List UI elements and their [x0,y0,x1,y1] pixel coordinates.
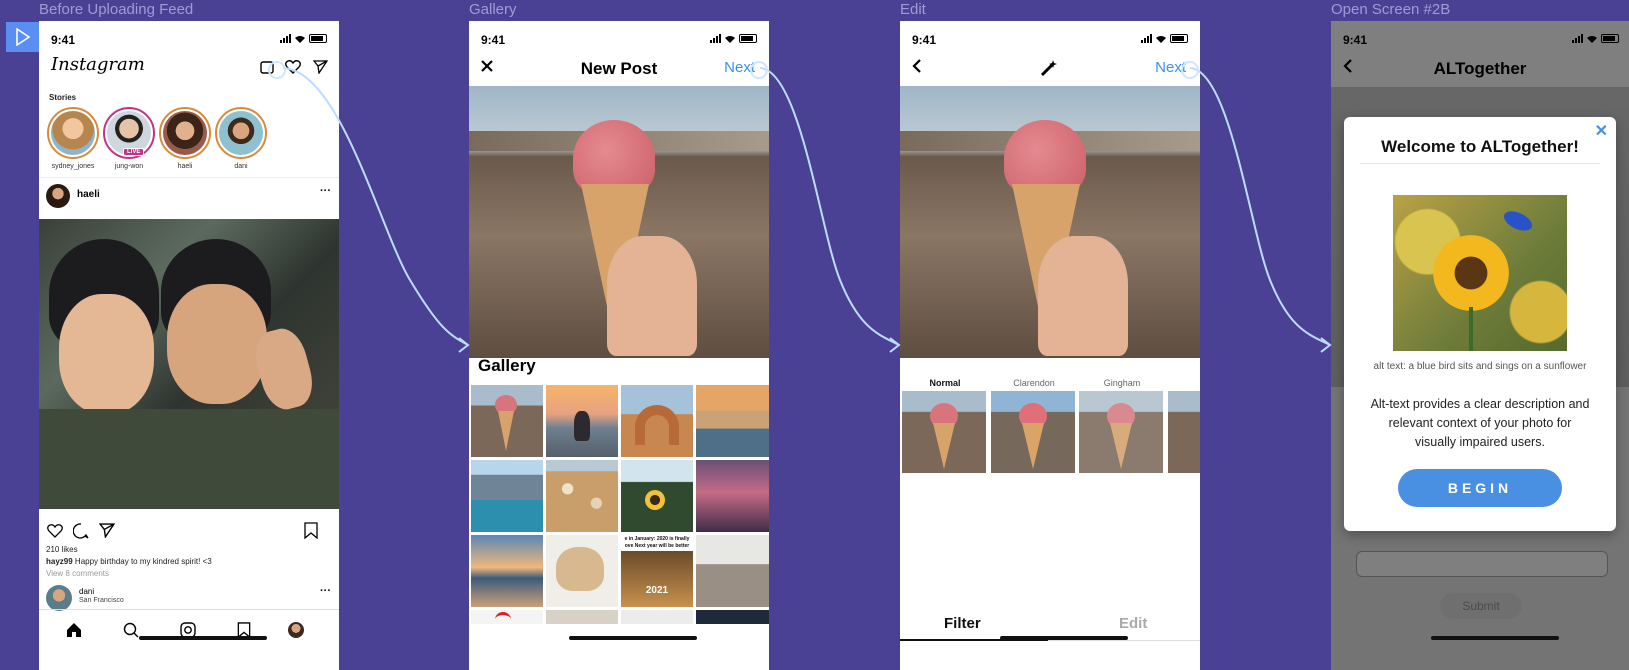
connector-origin [1181,61,1199,79]
connector-origin [750,61,768,79]
connector-edit-to-welcome [1189,67,1331,346]
connector-arrow-head [889,337,901,353]
connector-feed-to-gallery [282,67,469,346]
prototype-connectors [282,67,1332,353]
connector-arrow-head [1320,337,1332,353]
connector-gallery-to-edit [759,67,900,346]
connector-arrow-head [458,337,470,353]
connector-origin [268,61,286,79]
